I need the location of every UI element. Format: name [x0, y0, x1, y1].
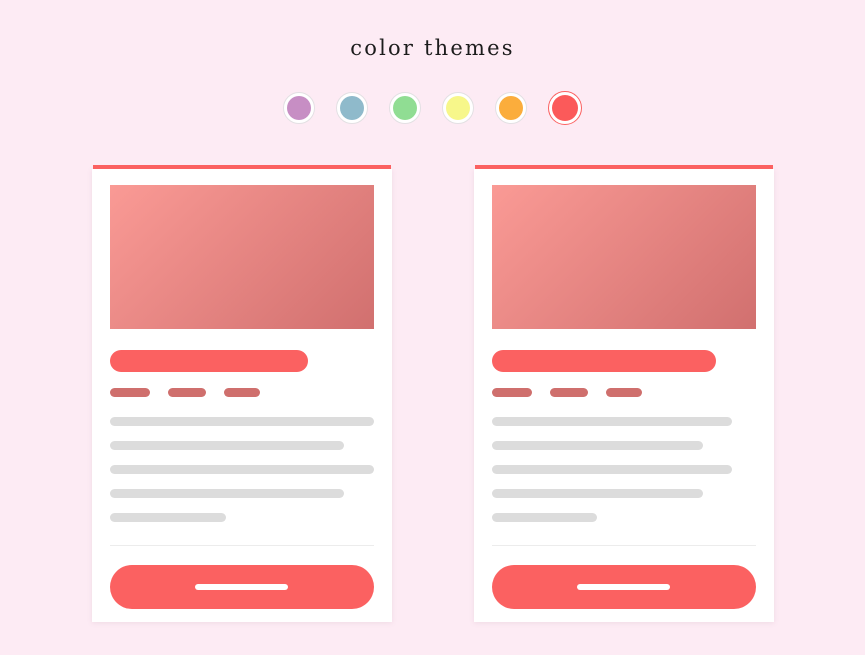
card-title-placeholder [109, 350, 308, 372]
swatch-blue-dot [340, 96, 364, 120]
card-cta-button[interactable] [109, 565, 374, 609]
card-text-line [491, 417, 732, 426]
swatch-purple-dot [287, 96, 311, 120]
card-cta-label-placeholder [577, 584, 670, 590]
swatch-red-dot [552, 95, 578, 121]
card-text-line [491, 441, 703, 450]
card-body [473, 169, 774, 622]
swatch-yellow[interactable] [442, 92, 474, 124]
card-text-line [491, 489, 703, 498]
theme-preview-card [91, 165, 392, 622]
card-text-line [491, 513, 598, 522]
card-top-accent-bar [474, 165, 773, 169]
card-text-line [491, 465, 732, 474]
card-tag-pill[interactable] [167, 388, 206, 397]
card-text-line [109, 417, 374, 426]
card-image-placeholder [109, 185, 374, 329]
card-text-line [109, 441, 345, 450]
card-text-line [109, 513, 226, 522]
page-title: color themes [350, 36, 515, 61]
card-body [91, 169, 392, 622]
card-title-placeholder [491, 350, 716, 372]
card-tag-pill[interactable] [223, 388, 260, 397]
card-divider [491, 545, 756, 546]
card-cta-button[interactable] [491, 565, 756, 609]
card-tag-pill[interactable] [605, 388, 642, 397]
card-tag-pill[interactable] [491, 388, 532, 397]
card-image-placeholder [491, 185, 756, 329]
card-text-line [109, 489, 345, 498]
card-tag-row [491, 388, 756, 397]
swatch-orange[interactable] [495, 92, 527, 124]
card-cta-label-placeholder [195, 584, 288, 590]
swatch-green-dot [393, 96, 417, 120]
swatch-green[interactable] [389, 92, 421, 124]
swatch-red[interactable] [548, 91, 582, 125]
card-tag-pill[interactable] [109, 388, 150, 397]
color-theme-swatch-row [0, 91, 865, 125]
card-divider [109, 545, 374, 546]
card-text-line [109, 465, 374, 474]
card-tag-row [109, 388, 374, 397]
card-top-accent-bar [92, 165, 391, 169]
swatch-purple[interactable] [283, 92, 315, 124]
theme-preview-card [473, 165, 774, 622]
card-text-placeholder-lines [109, 417, 374, 522]
card-tag-pill[interactable] [549, 388, 588, 397]
card-list [0, 165, 865, 622]
card-text-placeholder-lines [491, 417, 756, 522]
swatch-orange-dot [499, 96, 523, 120]
swatch-blue[interactable] [336, 92, 368, 124]
swatch-yellow-dot [446, 96, 470, 120]
